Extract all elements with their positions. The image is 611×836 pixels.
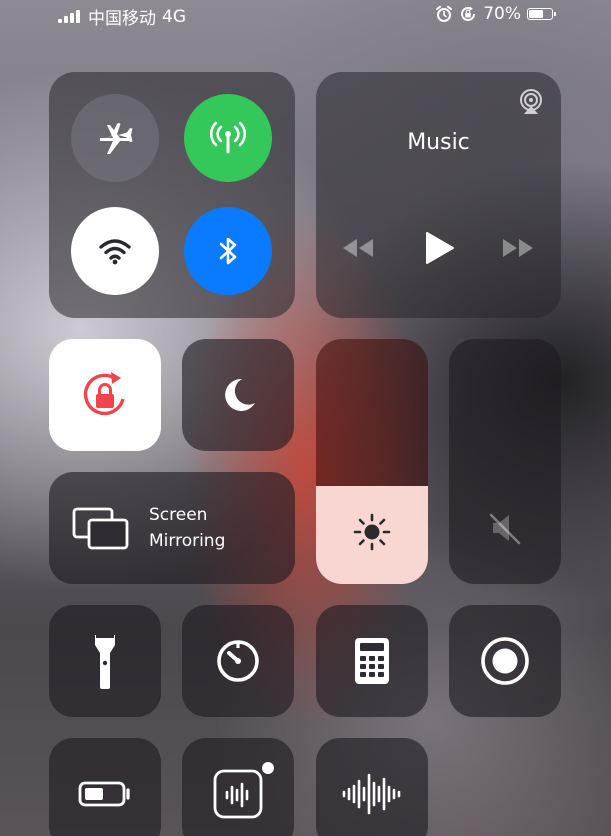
brightness-slider[interactable] bbox=[316, 339, 428, 584]
bluetooth-icon bbox=[219, 237, 237, 265]
flashlight-button[interactable] bbox=[49, 605, 161, 717]
voice-memos-button[interactable] bbox=[182, 738, 294, 836]
rotation-lock-status-icon bbox=[461, 6, 476, 21]
low-power-icon bbox=[78, 781, 130, 807]
timer-button[interactable] bbox=[182, 605, 294, 717]
wifi-icon bbox=[99, 239, 131, 265]
screen-mirroring-line2: Mirroring bbox=[149, 531, 226, 551]
battery-percentage: 70% bbox=[483, 4, 521, 24]
battery-fill bbox=[529, 10, 544, 18]
music-panel: Music bbox=[316, 72, 561, 318]
status-right: 70% bbox=[435, 4, 556, 24]
signal-strength-icon bbox=[58, 10, 80, 23]
low-power-mode-button[interactable] bbox=[49, 738, 161, 836]
screen-record-button[interactable] bbox=[449, 605, 561, 717]
alarm-icon bbox=[436, 5, 453, 22]
bluetooth-button[interactable] bbox=[184, 207, 272, 295]
wifi-button[interactable] bbox=[71, 207, 159, 295]
timer-icon bbox=[217, 640, 259, 682]
airplay-icon[interactable] bbox=[517, 88, 545, 116]
mute-icon bbox=[489, 513, 521, 545]
do-not-disturb-button[interactable] bbox=[182, 339, 294, 451]
moon-icon bbox=[225, 378, 255, 411]
cellular-icon bbox=[209, 121, 247, 154]
screen-record-icon bbox=[481, 637, 529, 685]
fast-forward-icon[interactable] bbox=[500, 236, 536, 260]
cellular-data-button[interactable] bbox=[184, 94, 272, 182]
sound-recognition-icon bbox=[342, 773, 401, 815]
connectivity-panel bbox=[49, 72, 295, 318]
airplane-icon bbox=[99, 123, 133, 154]
voice-memos-icon bbox=[213, 769, 263, 819]
sound-recognition-button[interactable] bbox=[316, 738, 428, 836]
recording-badge bbox=[262, 762, 274, 774]
rewind-icon[interactable] bbox=[340, 236, 376, 260]
screen-mirroring-label: Screen Mirroring bbox=[149, 502, 225, 554]
brightness-icon bbox=[353, 513, 391, 551]
brightness-icon-wrap bbox=[316, 510, 428, 554]
play-icon[interactable] bbox=[423, 231, 455, 265]
carrier-group: 中国移动 4G bbox=[58, 4, 186, 29]
carrier-name: 中国移动 bbox=[88, 9, 156, 29]
flashlight-icon bbox=[95, 635, 115, 689]
volume-slider[interactable] bbox=[449, 339, 561, 584]
screen-mirroring-line1: Screen bbox=[149, 505, 208, 525]
orientation-lock-button[interactable] bbox=[49, 339, 161, 451]
status-bar: 中国移动 4G 70% bbox=[0, 0, 611, 30]
battery-icon bbox=[527, 8, 556, 20]
calculator-button[interactable] bbox=[316, 605, 428, 717]
volume-icon-wrap bbox=[449, 508, 561, 548]
music-title: Music bbox=[407, 130, 470, 155]
airplane-mode-button[interactable] bbox=[71, 94, 159, 182]
orientation-lock-icon bbox=[83, 372, 125, 416]
calculator-icon bbox=[355, 638, 389, 684]
screen-mirroring-icon bbox=[72, 507, 129, 550]
screen-mirroring-button[interactable]: Screen Mirroring bbox=[49, 472, 295, 584]
network-type: 4G bbox=[162, 6, 186, 27]
